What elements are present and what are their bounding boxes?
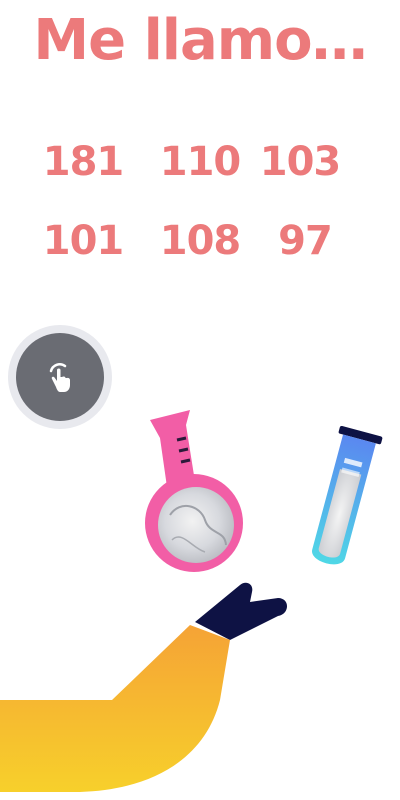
puzzle-screen: Me llamo… 181 110 103 101 108 97 [0,0,400,800]
round-flask-icon [145,410,243,572]
robotic-arm-icon [0,582,287,792]
test-tube-icon [312,425,383,565]
lab-illustration [0,410,383,792]
